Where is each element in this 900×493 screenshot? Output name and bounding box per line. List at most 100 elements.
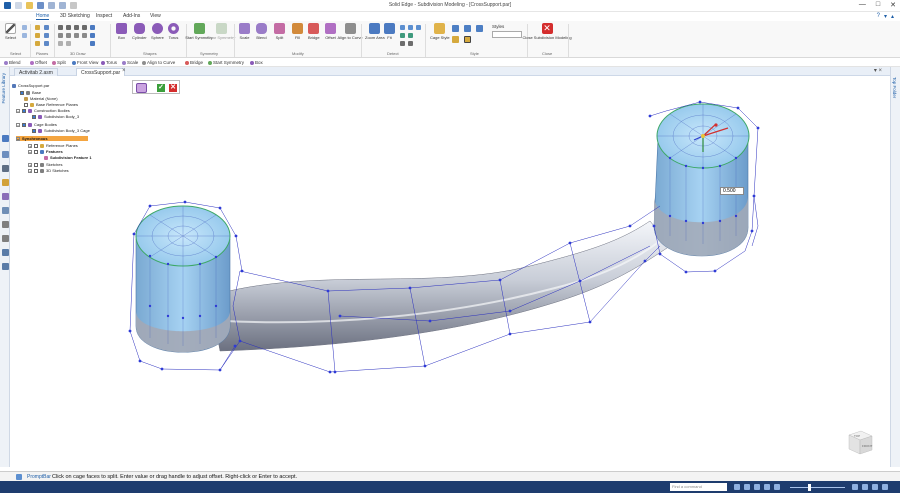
tab-inspect[interactable]: Inspect	[96, 13, 112, 19]
minimize-ribbon-icon[interactable]: ▴	[891, 13, 894, 20]
expand-icon[interactable]: +	[28, 143, 32, 148]
tab-menu-icon[interactable]: ▾ ×	[874, 67, 882, 74]
spline-icon[interactable]	[82, 33, 87, 38]
view-icon[interactable]	[400, 33, 405, 38]
tab-add-ins[interactable]: Add-Ins	[123, 13, 140, 19]
collapse-icon[interactable]: −	[16, 108, 20, 113]
cage-style-button[interactable]: Cage Style	[430, 23, 450, 40]
style-icon[interactable]	[452, 25, 459, 32]
sensor-icon[interactable]	[2, 165, 9, 172]
zoom-slider[interactable]	[790, 487, 845, 488]
rectangle-icon[interactable]	[58, 33, 63, 38]
variable-icon[interactable]	[2, 221, 9, 228]
checkbox[interactable]	[32, 128, 36, 133]
circle-icon[interactable]	[66, 33, 71, 38]
family-icon[interactable]	[2, 207, 9, 214]
plane-icon[interactable]	[35, 25, 40, 30]
relate-icon[interactable]	[90, 33, 95, 38]
extend-icon[interactable]	[66, 41, 71, 46]
offset-value-input[interactable]: 0.500	[720, 187, 744, 195]
offset-button[interactable]: Offset	[325, 23, 336, 40]
align-to-curve-button[interactable]: Align to Curve	[337, 23, 363, 40]
key-icon[interactable]	[2, 179, 9, 186]
accept-button[interactable]: ✓	[157, 84, 165, 92]
top-folder-tab[interactable]: Top Folder	[892, 77, 897, 98]
checkbox[interactable]	[34, 143, 38, 148]
tree-item-features[interactable]: − Features	[28, 149, 63, 154]
tree-item-cage[interactable]: Subdivision Body_3 Cage	[32, 128, 90, 133]
rotate-icon[interactable]	[416, 25, 421, 30]
torus-button[interactable]: Torus	[168, 23, 179, 40]
tree-root[interactable]: CrossSupport.par	[12, 83, 49, 88]
split-mode-button[interactable]	[136, 83, 147, 93]
checkbox[interactable]	[22, 122, 26, 127]
start-symmetry-button[interactable]: Start Symmetry	[185, 23, 213, 40]
dimension-icon[interactable]	[90, 25, 95, 30]
arc-icon[interactable]	[66, 25, 71, 30]
collapse-icon[interactable]: −	[28, 149, 32, 154]
render-icon[interactable]	[872, 484, 878, 490]
display-icon[interactable]	[862, 484, 868, 490]
plane-icon[interactable]	[44, 25, 49, 30]
select-option-icon[interactable]	[22, 33, 27, 38]
plane-icon[interactable]	[35, 41, 40, 46]
display-icon[interactable]	[408, 41, 413, 46]
cmd-box[interactable]: Box	[250, 60, 263, 65]
rotate-icon[interactable]	[852, 484, 858, 490]
tree-item-base[interactable]: Base	[20, 90, 41, 95]
project-icon[interactable]	[90, 41, 95, 46]
tree-item-construction-bodies[interactable]: − Construction Bodies	[16, 108, 70, 113]
close-tab-icon[interactable]: ×	[122, 68, 126, 74]
tree-item-base-reference-planes[interactable]: Base Reference Planes	[24, 102, 78, 107]
tree-item-subdivision-feature[interactable]: Subdivision Feature 1	[44, 155, 92, 160]
settings-icon[interactable]: ▾	[884, 13, 887, 20]
model-icon[interactable]	[2, 249, 9, 256]
collapse-icon[interactable]: −	[16, 122, 20, 127]
checkbox[interactable]	[34, 162, 38, 167]
navigation-cube[interactable]: TOP FRONT	[846, 428, 874, 456]
clear-symmetry-button[interactable]: Clear Symmetry	[207, 23, 235, 40]
zoom-icon[interactable]	[400, 25, 405, 30]
cmd-torus[interactable]: Torus	[101, 60, 117, 65]
cmd-align-to-curve[interactable]: Align to Curve	[142, 60, 175, 65]
cmd-front-view[interactable]: Front View	[72, 60, 98, 65]
view-icon[interactable]	[734, 484, 740, 490]
tab-3d-sketching[interactable]: 3D Sketching	[60, 13, 90, 19]
split-button[interactable]: Split	[274, 23, 285, 40]
help-icon[interactable]: ?	[877, 13, 880, 20]
trim-icon[interactable]	[58, 41, 63, 46]
bridge-button[interactable]: Bridge	[308, 23, 320, 40]
checkbox[interactable]	[34, 149, 38, 154]
tree-item-cage-bodies[interactable]: − Cage Bodies	[16, 122, 57, 127]
selection-icon[interactable]	[2, 235, 9, 242]
tree-item-reference-planes[interactable]: + Reference Planes	[28, 143, 78, 148]
plane-icon[interactable]	[35, 33, 40, 38]
view-manager-icon[interactable]	[2, 263, 9, 270]
display-icon[interactable]	[400, 41, 405, 46]
sphere-button[interactable]: Sphere	[151, 23, 164, 40]
select-button[interactable]: Select	[5, 23, 16, 40]
cmd-blend[interactable]: Blend	[4, 60, 21, 65]
doc-tab-part[interactable]: CrossSupport.par	[76, 68, 126, 76]
fill-button[interactable]: Fill	[292, 23, 303, 40]
checkbox[interactable]	[20, 90, 24, 95]
pan-icon[interactable]	[774, 484, 780, 490]
tab-home[interactable]: Home	[36, 13, 50, 20]
view-style-icon[interactable]	[882, 484, 888, 490]
close-subdivision-button[interactable]: ✕ Close Subdivision Modeling	[522, 23, 572, 40]
minimize-button[interactable]: —	[859, 1, 866, 9]
view-icon[interactable]	[408, 33, 413, 38]
tree-item-sketches[interactable]: + Sketches	[28, 162, 62, 167]
style-icon[interactable]	[476, 25, 483, 32]
tab-view[interactable]: View	[150, 13, 161, 19]
zoom-slider-handle[interactable]	[808, 484, 811, 491]
box-button[interactable]: Box	[116, 23, 127, 40]
polygon-icon[interactable]	[74, 33, 79, 38]
cmd-split[interactable]: Split	[52, 60, 66, 65]
cmd-bridge[interactable]: Bridge	[185, 60, 203, 65]
pathfinder-icon[interactable]	[2, 135, 9, 142]
expand-icon[interactable]: +	[28, 162, 32, 167]
curve-icon[interactable]	[74, 25, 79, 30]
tree-item-subdivision-body[interactable]: Subdivision Body_3	[32, 114, 79, 119]
zoom-icon[interactable]	[754, 484, 760, 490]
